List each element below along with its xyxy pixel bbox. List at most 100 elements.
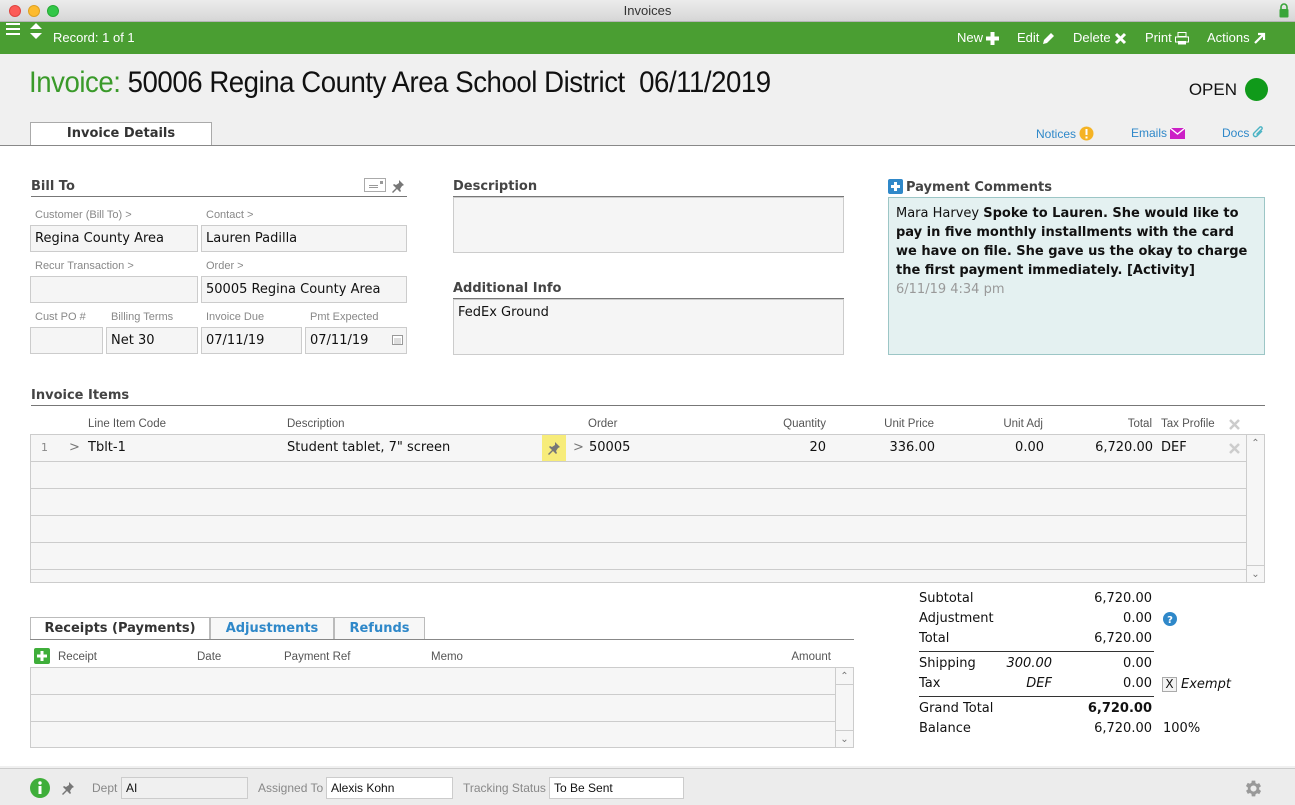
table-row[interactable]: [31, 489, 1247, 516]
line-item-quantity[interactable]: 20: [761, 435, 826, 461]
customer-field[interactable]: Regina County Area: [30, 225, 198, 252]
shipping-value: 0.00: [1123, 656, 1152, 671]
customer-label[interactable]: Customer (Bill To) >: [35, 209, 132, 221]
info-icon[interactable]: [30, 778, 50, 798]
col-amount: Amount: [791, 651, 831, 663]
scroll-up-icon[interactable]: ⌃: [1247, 435, 1264, 452]
invoice-due-label: Invoice Due: [206, 311, 265, 323]
order-link-icon[interactable]: >: [573, 435, 584, 461]
col-date: Date: [197, 651, 222, 663]
line-item-tax-profile[interactable]: DEF: [1161, 435, 1187, 461]
notices-link[interactable]: Notices: [1036, 126, 1094, 141]
col-quantity: Quantity: [783, 418, 826, 430]
invoice-due-field[interactable]: 07/11/19: [201, 327, 302, 354]
scroll-down-icon[interactable]: ⌄: [836, 730, 853, 747]
delete-button[interactable]: Delete: [1073, 22, 1127, 54]
pmt-expected-label: Pmt Expected: [310, 311, 379, 323]
footer-bar: Dept AI Assigned To Alexis Kohn Tracking…: [0, 768, 1295, 805]
subtotal-row: Subtotal 6,720.00: [919, 591, 1152, 606]
contact-field[interactable]: Lauren Padilla: [201, 225, 407, 252]
line-item-total: 6,720.00: [1095, 440, 1153, 455]
payment-comments-box[interactable]: Mara Harvey Spoke to Lauren. She would l…: [888, 197, 1265, 355]
help-icon[interactable]: ?: [1163, 612, 1177, 626]
plus-icon: [986, 31, 1000, 45]
exempt-checkbox[interactable]: X: [1162, 677, 1177, 692]
table-row[interactable]: [31, 543, 1247, 570]
envelope-icon: [1170, 127, 1186, 139]
balance-row: Balance 6,720.00 100%: [919, 721, 1201, 736]
calendar-icon[interactable]: [392, 335, 403, 345]
tab-receipts[interactable]: Receipts (Payments): [30, 617, 210, 640]
status-dot-icon: [1245, 78, 1268, 101]
tax-profile[interactable]: DEF: [989, 676, 1052, 691]
print-button[interactable]: Print: [1145, 22, 1189, 54]
billing-terms-field[interactable]: Net 30: [106, 327, 198, 354]
line-item-description[interactable]: Student tablet, 7" screen: [287, 435, 450, 461]
invoice-items-grid: 1 > Tblt-1 Student tablet, 7" screen > 5…: [30, 434, 1265, 583]
hamburger-icon: [6, 23, 20, 35]
col-total: Total: [1127, 418, 1152, 430]
comment-author: Mara Harvey: [896, 206, 980, 221]
address-card-icon[interactable]: [364, 178, 386, 192]
tab-invoice-details[interactable]: Invoice Details: [30, 122, 212, 146]
order-label[interactable]: Order >: [206, 260, 244, 272]
add-receipt-icon[interactable]: [34, 648, 50, 664]
line-item-order[interactable]: 50005: [589, 435, 630, 461]
warning-icon: [1079, 126, 1094, 141]
pin-icon[interactable]: [61, 781, 75, 795]
scroll-down-icon[interactable]: ⌄: [1247, 565, 1264, 582]
order-field[interactable]: 50005 Regina County Area: [201, 276, 407, 303]
record-navigator[interactable]: [29, 22, 43, 40]
table-row[interactable]: [31, 695, 836, 722]
comment-timestamp: 6/11/19 4:34 pm: [896, 282, 1005, 297]
close-window-button[interactable]: [9, 5, 21, 17]
pin-icon[interactable]: [391, 179, 405, 193]
gear-icon[interactable]: [1243, 778, 1264, 799]
expand-row-icon[interactable]: >: [69, 435, 80, 461]
assigned-to-label: Assigned To: [258, 781, 324, 795]
table-row[interactable]: 1 > Tblt-1 Student tablet, 7" screen > 5…: [31, 435, 1247, 462]
payments-tab-divider: [30, 639, 854, 640]
line-item-unit-price[interactable]: 336.00: [861, 435, 936, 461]
pin-icon[interactable]: [542, 435, 566, 461]
table-row[interactable]: [31, 668, 836, 695]
shipping-base[interactable]: 300.00: [989, 656, 1053, 671]
items-scrollbar[interactable]: ⌃ ⌄: [1246, 435, 1264, 582]
new-button[interactable]: New: [957, 22, 1000, 54]
table-row[interactable]: [31, 462, 1247, 489]
line-item-code[interactable]: Tblt-1: [88, 435, 126, 461]
recur-transaction-field[interactable]: [30, 276, 198, 303]
tab-adjustments[interactable]: Adjustments: [210, 617, 334, 640]
lock-icon: [1279, 3, 1289, 18]
zoom-window-button[interactable]: [47, 5, 59, 17]
tax-value: 0.00: [1123, 676, 1152, 691]
actions-button[interactable]: Actions: [1207, 22, 1266, 54]
receipts-scrollbar[interactable]: ⌃ ⌄: [835, 668, 853, 747]
dept-field[interactable]: AI: [121, 777, 248, 799]
subtotal-value: 6,720.00: [1094, 591, 1152, 606]
edit-button[interactable]: Edit: [1017, 22, 1055, 54]
cust-po-field[interactable]: [30, 327, 103, 354]
emails-link[interactable]: Emails: [1131, 126, 1186, 140]
col-receipt: Receipt: [58, 651, 97, 663]
line-item-unit-adj[interactable]: 0.00: [971, 435, 1044, 461]
additional-info-field[interactable]: FedEx Ground: [453, 299, 844, 355]
add-comment-icon[interactable]: [888, 179, 903, 194]
tab-refunds[interactable]: Refunds: [334, 617, 425, 640]
scroll-up-icon[interactable]: ⌃: [836, 668, 853, 685]
contact-label[interactable]: Contact >: [206, 209, 253, 221]
menu-button[interactable]: [6, 22, 20, 36]
recur-transaction-label[interactable]: Recur Transaction >: [35, 260, 134, 272]
minimize-window-button[interactable]: [28, 5, 40, 17]
grand-total-value: 6,720.00: [1087, 701, 1152, 716]
assigned-to-field[interactable]: Alexis Kohn: [326, 777, 453, 799]
table-row[interactable]: [31, 516, 1247, 543]
delete-row-icon[interactable]: [1229, 443, 1240, 454]
docs-link[interactable]: Docs: [1222, 126, 1265, 140]
description-field[interactable]: [453, 197, 844, 253]
tracking-status-field[interactable]: To Be Sent: [549, 777, 684, 799]
total-value: 6,720.00: [1094, 631, 1152, 646]
col-tax-profile: Tax Profile: [1161, 418, 1215, 430]
col-line-item-code: Line Item Code: [88, 418, 166, 430]
window-titlebar: Invoices: [0, 0, 1295, 22]
